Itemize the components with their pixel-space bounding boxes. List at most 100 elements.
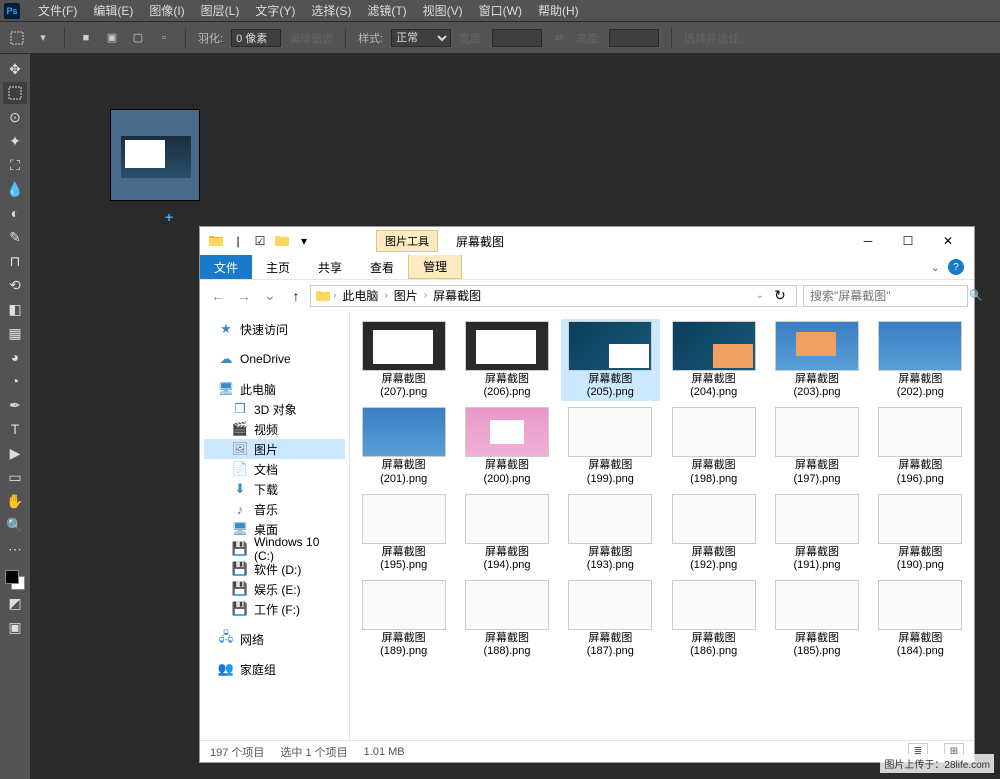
file-item[interactable]: 屏幕截图(195).png bbox=[354, 492, 453, 574]
nav-downloads[interactable]: ⬇下载 bbox=[204, 479, 345, 499]
eyedropper-tool[interactable]: 💧 bbox=[3, 178, 27, 200]
nav-documents[interactable]: 📄文档 bbox=[204, 459, 345, 479]
nav-videos[interactable]: 🎬视频 bbox=[204, 419, 345, 439]
file-item[interactable]: 屏幕截图(184).png bbox=[871, 578, 970, 660]
select-subject-button[interactable]: 选择并遮住... bbox=[684, 30, 748, 46]
search-input[interactable] bbox=[810, 289, 965, 303]
nav-recent-dropdown[interactable]: ⌄ bbox=[258, 284, 282, 308]
menu-layer[interactable]: 图层(L) bbox=[193, 2, 248, 19]
address-dropdown[interactable]: ⌄ bbox=[756, 290, 764, 301]
close-button[interactable]: ✕ bbox=[928, 227, 968, 255]
pen-tool[interactable]: ✒ bbox=[3, 394, 27, 416]
nav-drive-f[interactable]: 💾工作 (F:) bbox=[204, 599, 345, 619]
text-tool[interactable]: T bbox=[3, 418, 27, 440]
style-select[interactable]: 正常 bbox=[391, 29, 451, 47]
file-item[interactable]: 屏幕截图(193).png bbox=[561, 492, 660, 574]
move-tool[interactable]: ✥ bbox=[3, 58, 27, 80]
marquee-tool[interactable] bbox=[3, 82, 27, 104]
file-item[interactable]: 屏幕截图(200).png bbox=[457, 405, 556, 487]
file-item[interactable]: 屏幕截图(204).png bbox=[664, 319, 763, 401]
menu-filter[interactable]: 滤镜(T) bbox=[359, 2, 414, 19]
file-item[interactable]: 屏幕截图(199).png bbox=[561, 405, 660, 487]
files-pane[interactable]: 屏幕截图(207).png屏幕截图(206).png屏幕截图(205).png屏… bbox=[350, 311, 974, 740]
color-swatch[interactable] bbox=[5, 570, 25, 590]
eraser-tool[interactable]: ◧ bbox=[3, 298, 27, 320]
path-select-tool[interactable]: ▶ bbox=[3, 442, 27, 464]
nav-back-button[interactable]: ← bbox=[206, 284, 230, 308]
feather-input[interactable] bbox=[231, 29, 281, 47]
breadcrumb-pictures[interactable]: 图片 bbox=[390, 287, 422, 304]
magic-wand-tool[interactable]: ✦ bbox=[3, 130, 27, 152]
nav-onedrive[interactable]: ☁OneDrive bbox=[204, 349, 345, 369]
file-item[interactable]: 屏幕截图(194).png bbox=[457, 492, 556, 574]
selection-add-icon[interactable]: ▣ bbox=[103, 29, 121, 47]
search-icon[interactable]: 🔍 bbox=[969, 289, 983, 302]
refresh-button[interactable]: ↻ bbox=[768, 284, 792, 308]
chevron-right-icon[interactable]: › bbox=[333, 290, 336, 301]
selection-sub-icon[interactable]: ▢ bbox=[129, 29, 147, 47]
ribbon-tab-home[interactable]: 主页 bbox=[252, 255, 304, 279]
file-item[interactable]: 屏幕截图(189).png bbox=[354, 578, 453, 660]
menu-window[interactable]: 窗口(W) bbox=[471, 2, 530, 19]
selection-intersect-icon[interactable]: ▫ bbox=[155, 29, 173, 47]
file-item[interactable]: 屏幕截图(188).png bbox=[457, 578, 556, 660]
qat-new-folder-button[interactable] bbox=[272, 231, 292, 251]
blur-tool[interactable]: ◕ bbox=[3, 346, 27, 368]
shape-tool[interactable]: ▭ bbox=[3, 466, 27, 488]
brush-tool[interactable]: ✎ bbox=[3, 226, 27, 248]
file-item[interactable]: 屏幕截图(191).png bbox=[767, 492, 866, 574]
nav-this-pc[interactable]: 🖥此电脑 bbox=[204, 379, 345, 399]
address-box[interactable]: › 此电脑 › 图片 › 屏幕截图 ⌄ ↻ bbox=[310, 285, 797, 307]
explorer-titlebar[interactable]: | ☑ ▾ 图片工具 屏幕截图 ─ ☐ ✕ bbox=[200, 227, 974, 255]
maximize-button[interactable]: ☐ bbox=[888, 227, 928, 255]
dodge-tool[interactable]: ◔ bbox=[3, 370, 27, 392]
file-item[interactable]: 屏幕截图(202).png bbox=[871, 319, 970, 401]
file-item[interactable]: 屏幕截图(205).png bbox=[561, 319, 660, 401]
file-item[interactable]: 屏幕截图(207).png bbox=[354, 319, 453, 401]
file-item[interactable]: 屏幕截图(203).png bbox=[767, 319, 866, 401]
chevron-right-icon[interactable]: › bbox=[384, 290, 387, 301]
lasso-tool[interactable]: ⊙ bbox=[3, 106, 27, 128]
nav-pane[interactable]: ★快速访问 ☁OneDrive 🖥此电脑 ❒3D 对象 🎬视频 🖼图片 📄文档 … bbox=[200, 311, 350, 740]
menu-text[interactable]: 文字(Y) bbox=[247, 2, 303, 19]
quick-mask-tool[interactable]: ◩ bbox=[3, 592, 27, 614]
nav-homegroup[interactable]: 👥家庭组 bbox=[204, 659, 345, 679]
nav-up-button[interactable]: ↑ bbox=[284, 284, 308, 308]
canvas-document[interactable] bbox=[110, 109, 200, 201]
crop-tool[interactable]: ⛶ bbox=[3, 154, 27, 176]
file-item[interactable]: 屏幕截图(197).png bbox=[767, 405, 866, 487]
hand-tool[interactable]: ✋ bbox=[3, 490, 27, 512]
file-item[interactable]: 屏幕截图(196).png bbox=[871, 405, 970, 487]
menu-select[interactable]: 选择(S) bbox=[303, 2, 359, 19]
help-icon[interactable]: ? bbox=[948, 259, 964, 275]
zoom-tool[interactable]: 🔍 bbox=[3, 514, 27, 536]
menu-view[interactable]: 视图(V) bbox=[415, 2, 471, 19]
breadcrumb-screenshots[interactable]: 屏幕截图 bbox=[429, 287, 485, 304]
stamp-tool[interactable]: ⊓ bbox=[3, 250, 27, 272]
ribbon-tab-view[interactable]: 查看 bbox=[356, 255, 408, 279]
heal-tool[interactable]: ◐ bbox=[3, 202, 27, 224]
file-item[interactable]: 屏幕截图(206).png bbox=[457, 319, 556, 401]
search-box[interactable]: 🔍 bbox=[803, 285, 968, 307]
nav-network[interactable]: 🖧网络 bbox=[204, 629, 345, 649]
marquee-tool-icon[interactable] bbox=[8, 29, 26, 47]
nav-3d-objects[interactable]: ❒3D 对象 bbox=[204, 399, 345, 419]
ribbon-expand-icon[interactable]: ⌄ bbox=[931, 261, 940, 274]
history-brush-tool[interactable]: ⟲ bbox=[3, 274, 27, 296]
chevron-right-icon[interactable]: › bbox=[424, 290, 427, 301]
file-item[interactable]: 屏幕截图(192).png bbox=[664, 492, 763, 574]
fg-color[interactable] bbox=[5, 570, 19, 584]
menu-file[interactable]: 文件(F) bbox=[30, 2, 85, 19]
menu-help[interactable]: 帮助(H) bbox=[530, 2, 587, 19]
nav-quick-access[interactable]: ★快速访问 bbox=[204, 319, 345, 339]
file-item[interactable]: 屏幕截图(187).png bbox=[561, 578, 660, 660]
nav-drive-c[interactable]: 💾Windows 10 (C:) bbox=[204, 539, 345, 559]
nav-pictures[interactable]: 🖼图片 bbox=[204, 439, 345, 459]
edit-toolbar[interactable]: ⋯ bbox=[3, 538, 27, 560]
file-item[interactable]: 屏幕截图(198).png bbox=[664, 405, 763, 487]
ribbon-tab-file[interactable]: 文件 bbox=[200, 255, 252, 279]
minimize-button[interactable]: ─ bbox=[848, 227, 888, 255]
dropdown-icon[interactable]: ▾ bbox=[34, 29, 52, 47]
ribbon-tab-manage[interactable]: 管理 bbox=[408, 255, 462, 279]
screen-mode-tool[interactable]: ▣ bbox=[3, 616, 27, 638]
